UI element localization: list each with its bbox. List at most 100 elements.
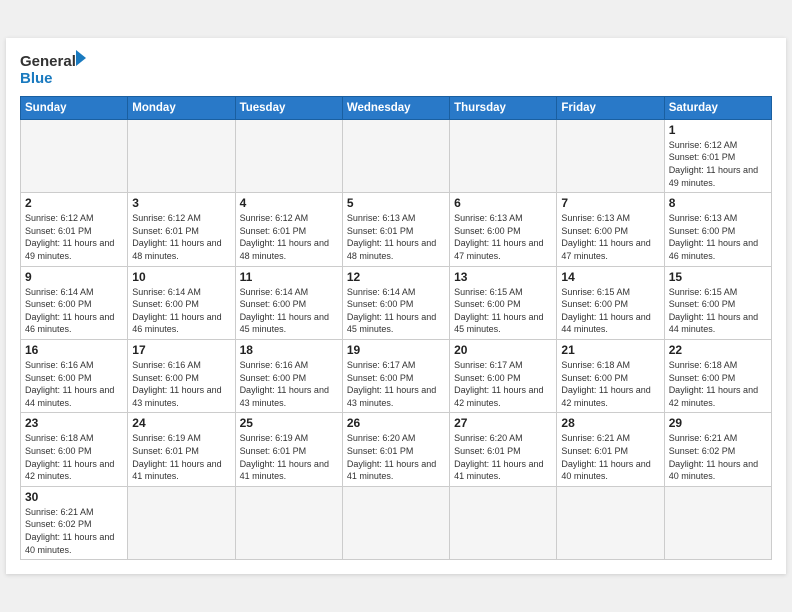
calendar-week-row: 23 Sunrise: 6:18 AMSunset: 6:00 PMDayligh… [21, 413, 772, 486]
calendar-day-cell [128, 119, 235, 192]
day-number: 2 [25, 196, 123, 210]
day-number: 18 [240, 343, 338, 357]
calendar-day-cell [342, 486, 449, 559]
day-info: Sunrise: 6:12 AMSunset: 6:01 PMDaylight:… [240, 212, 338, 262]
day-info: Sunrise: 6:14 AMSunset: 6:00 PMDaylight:… [240, 286, 338, 336]
day-info: Sunrise: 6:13 AMSunset: 6:00 PMDaylight:… [669, 212, 767, 262]
day-number: 1 [669, 123, 767, 137]
day-number: 9 [25, 270, 123, 284]
calendar-day-cell: 29 Sunrise: 6:21 AMSunset: 6:02 PMDayligh… [664, 413, 771, 486]
day-number: 4 [240, 196, 338, 210]
calendar-day-cell [235, 486, 342, 559]
calendar-day-cell: 19Sunrise: 6:17 AMSunset: 6:00 PMDayligh… [342, 340, 449, 413]
day-number: 30 [25, 490, 123, 504]
calendar-day-cell: 22 Sunrise: 6:18 AMSunset: 6:00 PMDayligh… [664, 340, 771, 413]
calendar-week-row: 9 Sunrise: 6:14 AMSunset: 6:00 PMDaylight… [21, 266, 772, 339]
day-info: Sunrise: 6:18 AMSunset: 6:00 PMDaylight:… [669, 359, 767, 409]
calendar-week-row: 16Sunrise: 6:16 AMSunset: 6:00 PMDayligh… [21, 340, 772, 413]
day-info: Sunrise: 6:13 AMSunset: 6:00 PMDaylight:… [561, 212, 659, 262]
calendar-day-cell: 13 Sunrise: 6:15 AMSunset: 6:00 PMDayligh… [450, 266, 557, 339]
calendar-week-row: 2 Sunrise: 6:12 AMSunset: 6:01 PMDaylight… [21, 193, 772, 266]
calendar-table: SundayMondayTuesdayWednesdayThursdayFrid… [20, 96, 772, 560]
day-number: 22 [669, 343, 767, 357]
day-number: 24 [132, 416, 230, 430]
day-info: Sunrise: 6:12 AMSunset: 6:01 PMDaylight:… [25, 212, 123, 262]
weekday-header-thursday: Thursday [450, 96, 557, 119]
day-number: 6 [454, 196, 552, 210]
day-number: 29 [669, 416, 767, 430]
day-number: 15 [669, 270, 767, 284]
calendar-day-cell: 15 Sunrise: 6:15 AMSunset: 6:00 PMDayligh… [664, 266, 771, 339]
day-info: Sunrise: 6:16 AMSunset: 6:00 PMDaylight:… [132, 359, 230, 409]
day-info: Sunrise: 6:12 AMSunset: 6:01 PMDaylight:… [669, 139, 767, 189]
calendar-day-cell: 14Sunrise: 6:15 AMSunset: 6:00 PMDayligh… [557, 266, 664, 339]
day-number: 27 [454, 416, 552, 430]
day-info: Sunrise: 6:18 AMSunset: 6:00 PMDaylight:… [561, 359, 659, 409]
weekday-header-monday: Monday [128, 96, 235, 119]
calendar-week-row: 30 Sunrise: 6:21 AMSunset: 6:02 PMDayligh… [21, 486, 772, 559]
day-info: Sunrise: 6:13 AMSunset: 6:01 PMDaylight:… [347, 212, 445, 262]
calendar-day-cell: 20 Sunrise: 6:17 AMSunset: 6:00 PMDayligh… [450, 340, 557, 413]
calendar-header: SundayMondayTuesdayWednesdayThursdayFrid… [21, 96, 772, 119]
day-number: 7 [561, 196, 659, 210]
calendar-day-cell [342, 119, 449, 192]
calendar-day-cell: 17 Sunrise: 6:16 AMSunset: 6:00 PMDayligh… [128, 340, 235, 413]
day-number: 10 [132, 270, 230, 284]
day-info: Sunrise: 6:13 AMSunset: 6:00 PMDaylight:… [454, 212, 552, 262]
day-info: Sunrise: 6:19 AMSunset: 6:01 PMDaylight:… [132, 432, 230, 482]
calendar-day-cell [664, 486, 771, 559]
day-info: Sunrise: 6:17 AMSunset: 6:00 PMDaylight:… [347, 359, 445, 409]
day-number: 5 [347, 196, 445, 210]
day-number: 23 [25, 416, 123, 430]
calendar-day-cell: 27 Sunrise: 6:20 AMSunset: 6:01 PMDayligh… [450, 413, 557, 486]
svg-text:General: General [20, 53, 76, 70]
calendar-day-cell [557, 486, 664, 559]
weekday-header-tuesday: Tuesday [235, 96, 342, 119]
calendar-day-cell: 28Sunrise: 6:21 AMSunset: 6:01 PMDayligh… [557, 413, 664, 486]
day-number: 26 [347, 416, 445, 430]
weekday-header-saturday: Saturday [664, 96, 771, 119]
weekday-header-sunday: Sunday [21, 96, 128, 119]
calendar-day-cell: 10Sunrise: 6:14 AMSunset: 6:00 PMDayligh… [128, 266, 235, 339]
day-info: Sunrise: 6:21 AMSunset: 6:02 PMDaylight:… [25, 506, 123, 556]
calendar-day-cell: 7 Sunrise: 6:13 AMSunset: 6:00 PMDaylight… [557, 193, 664, 266]
calendar-day-cell: 26 Sunrise: 6:20 AMSunset: 6:01 PMDayligh… [342, 413, 449, 486]
day-info: Sunrise: 6:20 AMSunset: 6:01 PMDaylight:… [347, 432, 445, 482]
calendar-day-cell: 16Sunrise: 6:16 AMSunset: 6:00 PMDayligh… [21, 340, 128, 413]
day-info: Sunrise: 6:19 AMSunset: 6:01 PMDaylight:… [240, 432, 338, 482]
day-number: 17 [132, 343, 230, 357]
day-info: Sunrise: 6:15 AMSunset: 6:00 PMDaylight:… [669, 286, 767, 336]
day-info: Sunrise: 6:16 AMSunset: 6:00 PMDaylight:… [240, 359, 338, 409]
calendar-day-cell: 11 Sunrise: 6:14 AMSunset: 6:00 PMDayligh… [235, 266, 342, 339]
day-number: 14 [561, 270, 659, 284]
calendar-day-cell: 21 Sunrise: 6:18 AMSunset: 6:00 PMDayligh… [557, 340, 664, 413]
day-number: 13 [454, 270, 552, 284]
calendar-day-cell: 12Sunrise: 6:14 AMSunset: 6:00 PMDayligh… [342, 266, 449, 339]
day-info: Sunrise: 6:18 AMSunset: 6:00 PMDaylight:… [25, 432, 123, 482]
calendar-day-cell [235, 119, 342, 192]
day-number: 21 [561, 343, 659, 357]
calendar-day-cell [450, 486, 557, 559]
day-info: Sunrise: 6:20 AMSunset: 6:01 PMDaylight:… [454, 432, 552, 482]
day-number: 25 [240, 416, 338, 430]
calendar-day-cell [450, 119, 557, 192]
calendar-day-cell [557, 119, 664, 192]
calendar-day-cell: 9Sunrise: 6:14 AMSunset: 6:00 PMDaylight… [21, 266, 128, 339]
calendar-day-cell: 23 Sunrise: 6:18 AMSunset: 6:00 PMDayligh… [21, 413, 128, 486]
calendar-day-cell: 5 Sunrise: 6:13 AMSunset: 6:01 PMDaylight… [342, 193, 449, 266]
calendar-day-cell: 2 Sunrise: 6:12 AMSunset: 6:01 PMDaylight… [21, 193, 128, 266]
calendar-day-cell: 18 Sunrise: 6:16 AMSunset: 6:00 PMDayligh… [235, 340, 342, 413]
generalblue-logo-icon: GeneralBlue [20, 48, 90, 88]
day-number: 11 [240, 270, 338, 284]
calendar-day-cell: 30 Sunrise: 6:21 AMSunset: 6:02 PMDayligh… [21, 486, 128, 559]
calendar-week-row: 1 Sunrise: 6:12 AMSunset: 6:01 PMDaylight… [21, 119, 772, 192]
day-info: Sunrise: 6:15 AMSunset: 6:00 PMDaylight:… [454, 286, 552, 336]
day-info: Sunrise: 6:17 AMSunset: 6:00 PMDaylight:… [454, 359, 552, 409]
day-info: Sunrise: 6:16 AMSunset: 6:00 PMDaylight:… [25, 359, 123, 409]
weekday-header-wednesday: Wednesday [342, 96, 449, 119]
day-info: Sunrise: 6:21 AMSunset: 6:02 PMDaylight:… [669, 432, 767, 482]
day-number: 12 [347, 270, 445, 284]
day-number: 3 [132, 196, 230, 210]
day-number: 28 [561, 416, 659, 430]
day-number: 20 [454, 343, 552, 357]
